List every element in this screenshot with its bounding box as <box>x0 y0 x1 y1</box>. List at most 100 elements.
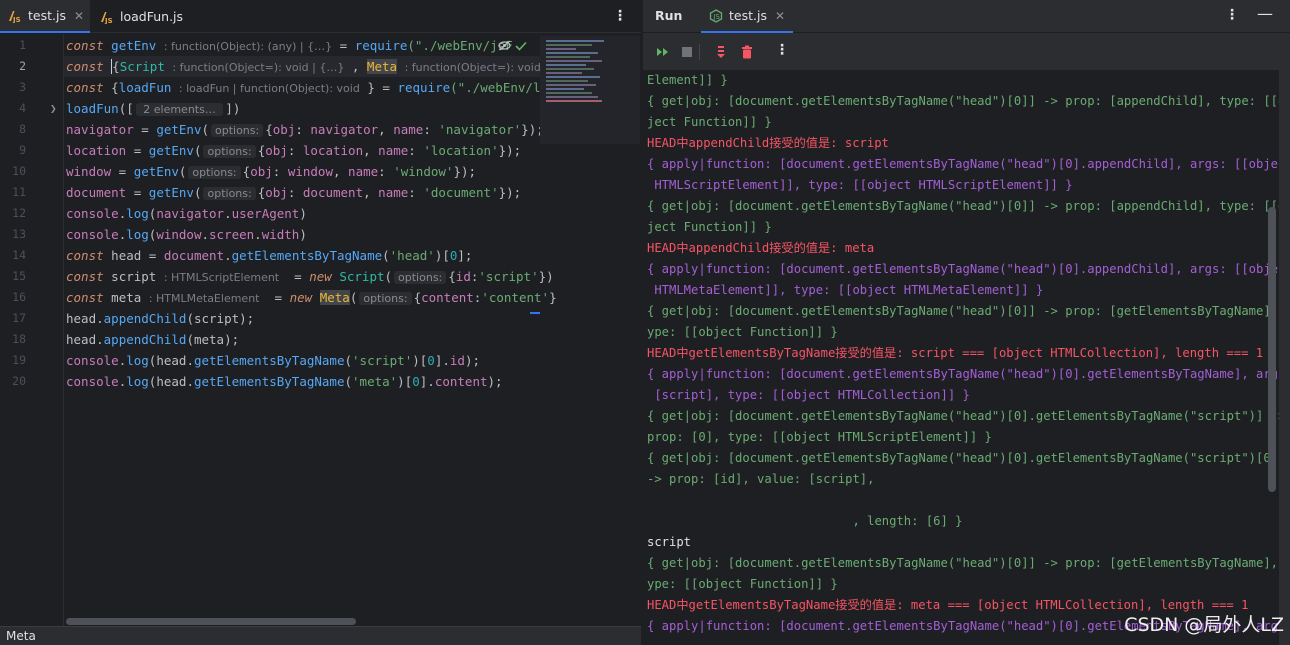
console-line: HEAD中appendChild接受的值是: script <box>647 136 889 150</box>
editor-pane: JS test.js ✕ JS loadFun.js ⋮ 1 2 3 4 ❯ 8… <box>0 0 641 645</box>
code-line-20: console.log(head.getElementsByTagName('m… <box>66 374 503 389</box>
console-line: , length: [6] } <box>647 514 963 528</box>
line-number: 10 <box>12 164 26 178</box>
param-hint: options: <box>359 292 412 305</box>
vertical-scrollbar[interactable] <box>1268 207 1276 492</box>
console-line: -> prop: [id], value: [script], <box>647 472 875 486</box>
js-file-icon: JS <box>100 10 114 25</box>
svg-text:JS: JS <box>12 16 21 23</box>
run-tab-test-js[interactable]: JS test.js ✕ <box>701 0 794 33</box>
code-line-8: navigator = getEnv(options: {obj: navigat… <box>66 122 544 137</box>
code-line-11: document = getEnv(options: {obj: document… <box>66 185 522 200</box>
status-bar: Meta <box>0 626 641 645</box>
console-line: HTMLMetaElement]], type: [[object HTMLMe… <box>647 283 1044 297</box>
console-line: { get|obj: [document.getElementsByTagNam… <box>647 409 1279 423</box>
more-actions-icon[interactable]: ⋮ <box>775 42 791 58</box>
console-line: { get|obj: [document.getElementsByTagNam… <box>647 304 1279 318</box>
console-line: Element]] } <box>647 73 728 87</box>
more-options-icon[interactable]: ⋮ <box>613 8 627 24</box>
eye-slash-icon[interactable] <box>498 40 515 54</box>
line-number: 14 <box>12 248 26 262</box>
console-line: ject Function]] } <box>647 220 772 234</box>
toolbar-separator <box>699 44 700 60</box>
param-hint: options: <box>188 166 241 179</box>
line-number: 1 <box>19 38 26 52</box>
run-title: Run <box>655 8 683 23</box>
line-number: 11 <box>12 185 26 199</box>
type-hint: : HTMLMetaElement <box>148 292 260 305</box>
code-line-17: head.appendChild(script); <box>66 311 255 326</box>
line-number: 17 <box>12 311 26 325</box>
line-number: 3 <box>19 80 26 94</box>
console-line: { apply|function: [document.getElementsB… <box>647 367 1279 381</box>
code-line-2: const {Script : function(Object=): void … <box>66 59 549 74</box>
fold-expand-icon[interactable]: ❯ <box>50 98 57 119</box>
code-line-14: const head = document.getElementsByTagNa… <box>66 248 473 263</box>
code-line-4: loadFun([ 2 elements… ]) <box>66 101 241 116</box>
folded-region[interactable]: 2 elements… <box>135 103 224 116</box>
code-line-3: const {loadFun : loadFun | function(Obje… <box>66 80 556 95</box>
line-number: 12 <box>12 206 26 220</box>
run-header: Run JS test.js ✕ ⋮ — <box>643 0 1290 33</box>
horizontal-scrollbar[interactable] <box>66 618 356 625</box>
param-hint: options: <box>203 187 256 200</box>
tab-label: test.js <box>28 8 66 23</box>
param-hint: options: <box>211 124 264 137</box>
tab-test-js[interactable]: JS test.js ✕ <box>0 0 90 33</box>
console-line: ype: [[object Function]] } <box>647 577 838 591</box>
dump-threads-icon[interactable] <box>713 44 729 60</box>
console-line: { apply|function: [document.getElementsB… <box>647 262 1279 276</box>
line-number: 19 <box>12 353 26 367</box>
close-icon[interactable]: ✕ <box>775 9 785 23</box>
code-line-9: location = getEnv(options: {obj: location… <box>66 143 522 158</box>
line-number: 9 <box>19 143 26 157</box>
code-line-16: const meta : HTMLMetaElement = new Meta(… <box>66 290 557 305</box>
console-line: prop: [0], type: [[object HTMLScriptElem… <box>647 430 992 444</box>
console-line: { get|obj: [document.getElementsByTagNam… <box>647 451 1279 465</box>
minimize-icon[interactable]: — <box>1257 4 1273 23</box>
console-line: { get|obj: [document.getElementsByTagNam… <box>647 94 1279 108</box>
status-text: Meta <box>6 629 36 643</box>
editor-tab-bar: JS test.js ✕ JS loadFun.js ⋮ <box>0 0 641 33</box>
nodejs-icon: JS <box>709 8 723 23</box>
console-line: ject Function]] } <box>647 115 772 129</box>
console-line: HEAD中getElementsByTagName接受的值是: script =… <box>647 346 1264 360</box>
run-tab-label: test.js <box>729 8 767 23</box>
param-hint: options: <box>203 145 256 158</box>
type-hint: : function(Object=): void | <box>404 61 549 74</box>
trash-icon[interactable] <box>739 44 755 60</box>
line-number: 13 <box>12 227 26 241</box>
rerun-icon[interactable] <box>655 44 671 60</box>
more-options-icon[interactable]: ⋮ <box>1225 7 1239 23</box>
code-minimap[interactable] <box>540 36 640 144</box>
console-line: script <box>647 535 692 549</box>
line-number: 16 <box>12 290 26 304</box>
type-hint: : loadFun | function(Object): void <box>178 82 360 95</box>
type-hint: : function(Object): (any) | {…} <box>163 40 333 53</box>
line-number: 20 <box>12 374 26 388</box>
code-line-12: console.log(navigator.userAgent) <box>66 206 307 221</box>
console-line: ype: [[object Function]] } <box>647 325 838 339</box>
inspection-widget[interactable] <box>498 40 527 54</box>
console-line: HTMLScriptElement]], type: [[object HTML… <box>647 178 1073 192</box>
stop-icon[interactable] <box>679 44 695 60</box>
console-output[interactable]: Element]] } { get|obj: [document.getEleme… <box>643 70 1279 645</box>
svg-text:JS: JS <box>104 17 113 24</box>
svg-text:JS: JS <box>712 13 720 21</box>
code-line-15: const script : HTMLScriptElement = new S… <box>66 269 554 284</box>
code-line-13: console.log(window.screen.width) <box>66 227 307 242</box>
run-tool-window: Run JS test.js ✕ ⋮ — ⋮ Element]] } { get|… <box>642 0 1290 645</box>
line-number: 2 <box>19 59 26 73</box>
console-line: { get|obj: [document.getElementsByTagNam… <box>647 556 1279 570</box>
watermark: CSDN @局外人LZ <box>1124 614 1284 636</box>
line-number-gutter: 1 2 3 4 ❯ 8 9 10 11 12 13 14 15 16 17 18… <box>0 34 64 626</box>
js-file-icon: JS <box>8 9 22 24</box>
code-line-18: head.appendChild(meta); <box>66 332 240 347</box>
line-number: 15 <box>12 269 26 283</box>
param-hint: options: <box>394 271 447 284</box>
code-line-10: window = getEnv(options: {obj: window, na… <box>66 164 477 179</box>
tab-loadfun-js[interactable]: JS loadFun.js <box>92 0 192 33</box>
code-line-1: const getEnv : function(Object): (any) |… <box>66 38 513 53</box>
close-icon[interactable]: ✕ <box>74 9 84 23</box>
